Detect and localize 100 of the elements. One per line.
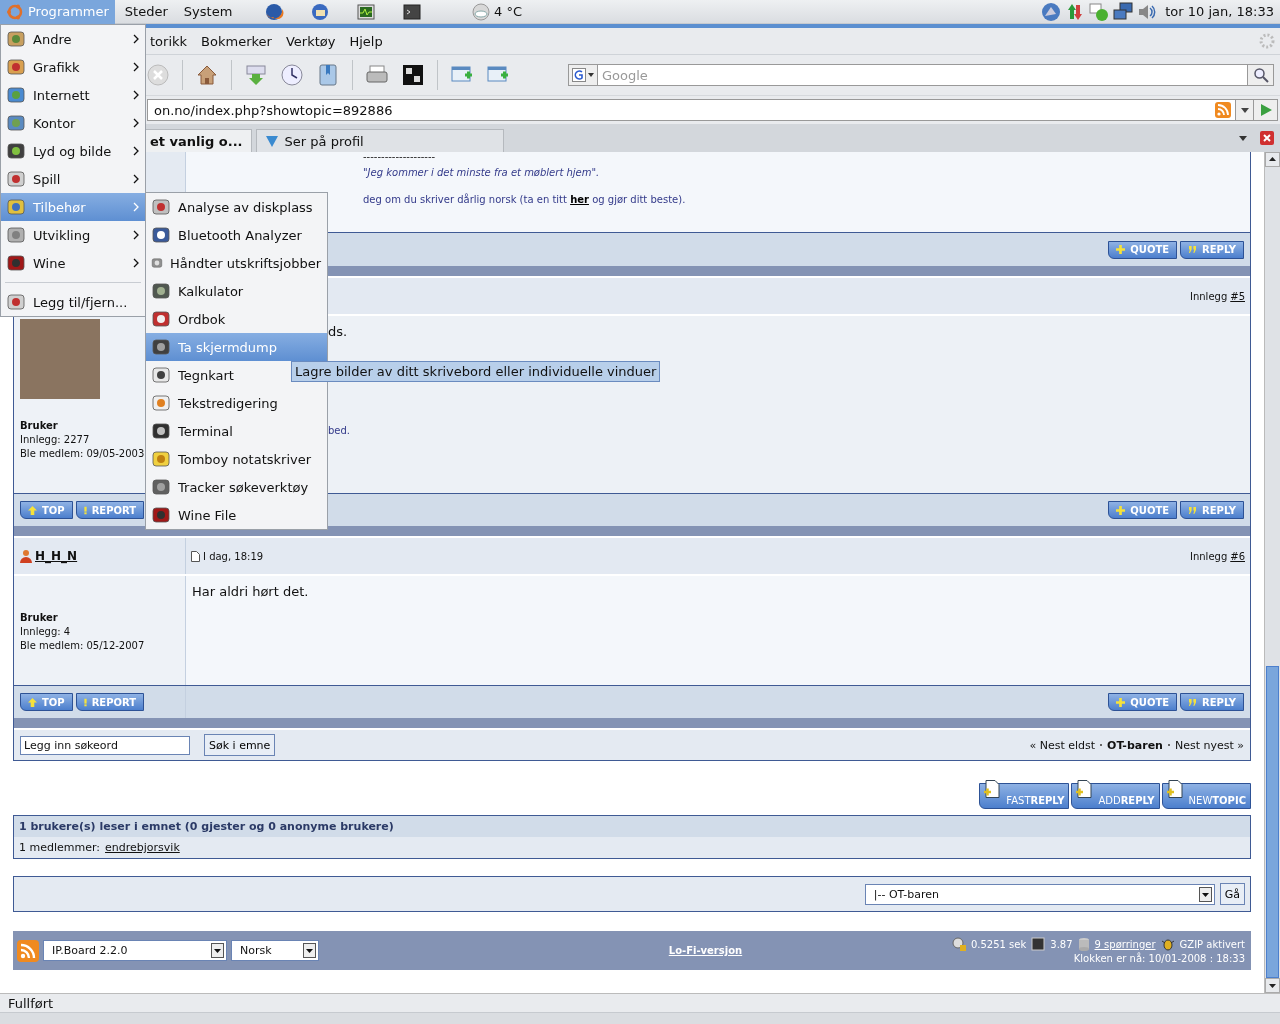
server-clock: Klokken er nå: 10/01-2008 : 18:33 bbox=[1073, 953, 1245, 964]
skin-select[interactable]: IP.Board 2.2.0 bbox=[43, 940, 227, 961]
menu-item[interactable]: Ordbok bbox=[146, 305, 327, 333]
clock-text[interactable]: tor 10 jan, 18:33 bbox=[1165, 4, 1274, 19]
post-count: Innlegg: 2277 bbox=[20, 433, 90, 447]
search-field[interactable]: Google bbox=[598, 64, 1248, 86]
panel-menu[interactable]: System bbox=[177, 0, 239, 24]
link[interactable]: her bbox=[570, 194, 589, 205]
menu-item[interactable]: Lyd og bilde bbox=[1, 137, 145, 165]
caret-icon[interactable] bbox=[1239, 135, 1247, 141]
menu-item[interactable]: Kalkulator bbox=[146, 277, 327, 305]
chevron-icon bbox=[133, 90, 139, 100]
author-link[interactable]: H_H_N bbox=[35, 549, 78, 563]
search-topic-button[interactable]: Søk i emne bbox=[204, 734, 276, 756]
chevron-icon bbox=[133, 62, 139, 72]
menu-bar-item[interactable]: torikk bbox=[150, 33, 188, 49]
quote-icon bbox=[1188, 506, 1198, 514]
browser-icon[interactable] bbox=[264, 1, 285, 22]
menu-item[interactable]: Wine File bbox=[146, 501, 327, 529]
server-load: 3.87 bbox=[1050, 938, 1073, 950]
arrow-up-icon bbox=[28, 697, 37, 707]
document-icon bbox=[191, 550, 200, 562]
document-plus-icon bbox=[1166, 780, 1183, 798]
post-number-label: Innlegg bbox=[1190, 550, 1228, 562]
post-number-link[interactable]: #6 bbox=[1230, 550, 1245, 562]
post-number-link[interactable]: #5 bbox=[1230, 290, 1245, 302]
dot-separator-icon bbox=[1100, 744, 1103, 746]
close-icon[interactable] bbox=[1260, 131, 1274, 145]
next-topic-link[interactable]: Nest nyest » bbox=[1174, 738, 1244, 752]
scroll-thumb[interactable] bbox=[1266, 666, 1279, 978]
signature-line: -------------------- bbox=[363, 152, 437, 162]
home-icon[interactable] bbox=[195, 63, 219, 87]
system-monitor-icon[interactable] bbox=[356, 1, 377, 22]
status-text: Fullført bbox=[8, 995, 54, 1011]
menu-item[interactable]: Spill bbox=[1, 165, 145, 193]
mail-icon[interactable] bbox=[310, 1, 331, 22]
post-count: Innlegg: 4 bbox=[20, 625, 71, 639]
menu-bar-item[interactable]: Verktøy bbox=[285, 33, 336, 49]
post-link[interactable]: bed. bbox=[328, 425, 351, 436]
arrow-up-icon bbox=[28, 505, 37, 515]
menu-item[interactable]: Kontor bbox=[1, 109, 145, 137]
search-engine-icon[interactable] bbox=[572, 68, 586, 82]
menu-item[interactable]: Tracker søkeverktøy bbox=[146, 473, 327, 501]
menu-item[interactable]: Utvikling bbox=[1, 221, 145, 249]
join-date: Ble medlem: 05/12-2007 bbox=[20, 639, 145, 653]
chevron-icon bbox=[133, 202, 139, 212]
menu-item[interactable]: Grafikk bbox=[1, 53, 145, 81]
post-text: ds. bbox=[328, 324, 348, 339]
scroll-down-button[interactable] bbox=[1265, 978, 1280, 993]
clock-icon[interactable] bbox=[280, 63, 304, 87]
plus-icon bbox=[1116, 505, 1126, 515]
post-number-label: Innlegg bbox=[1190, 290, 1228, 302]
dot-separator-icon bbox=[1167, 744, 1170, 746]
caret-icon[interactable] bbox=[588, 73, 594, 77]
tab[interactable]: Ser på profil bbox=[255, 129, 504, 152]
funnel-icon bbox=[264, 134, 279, 148]
chevron-icon bbox=[133, 230, 139, 240]
menu-item[interactable]: Internett bbox=[1, 81, 145, 109]
menu-item[interactable]: Bluetooth Analyzer bbox=[146, 221, 327, 249]
menu-item[interactable]: Wine bbox=[1, 249, 145, 277]
document-plus-icon bbox=[1076, 780, 1093, 798]
play-icon[interactable] bbox=[1258, 103, 1273, 117]
tab[interactable]: et vanlig o... bbox=[143, 129, 252, 152]
go-button[interactable]: Gå bbox=[1219, 883, 1245, 905]
scroll-up-button[interactable] bbox=[1265, 152, 1280, 167]
rss-icon[interactable] bbox=[17, 939, 39, 962]
panel-menu[interactable]: Steder bbox=[118, 0, 174, 24]
menu-bar-item[interactable]: Hjelp bbox=[349, 33, 383, 49]
post-text: Har aldri hørt det. bbox=[192, 584, 309, 599]
menu-item[interactable]: Håndter utskriftsjobber bbox=[146, 249, 327, 277]
forum-link[interactable]: OT-baren bbox=[1107, 738, 1163, 752]
menu-item[interactable]: Legg til/fjern... bbox=[1, 288, 145, 316]
exclamation-icon bbox=[83, 505, 87, 515]
plus-icon bbox=[1116, 697, 1126, 707]
join-date: Ble medlem: 09/05-2003 bbox=[20, 447, 145, 461]
menu-bar-item[interactable]: Bokmerker bbox=[201, 33, 272, 49]
active-users-title: 1 brukere(s) leser i emnet (0 gjester og 0 anonyme brukere) bbox=[14, 816, 1250, 837]
menu-item[interactable]: Terminal bbox=[146, 417, 327, 445]
caret-icon[interactable] bbox=[211, 943, 224, 958]
caret-icon[interactable] bbox=[1198, 886, 1212, 902]
language-select[interactable]: Norsk bbox=[231, 940, 319, 961]
window-grid-icon[interactable] bbox=[401, 63, 425, 87]
member-link[interactable]: endrebjorsvik bbox=[105, 841, 180, 854]
menu-item[interactable]: Analyse av diskplass bbox=[146, 193, 327, 221]
caret-icon[interactable] bbox=[303, 943, 316, 958]
search-field[interactable]: Legg inn søkeord bbox=[20, 735, 190, 755]
user-role: Bruker bbox=[20, 419, 58, 433]
menu-item[interactable]: Tomboy notatskriver bbox=[146, 445, 327, 473]
menu-item[interactable]: Andre bbox=[1, 25, 145, 53]
address-field[interactable]: on.no/index.php?showtopic=892886 bbox=[147, 99, 1236, 121]
search-icon[interactable] bbox=[1252, 67, 1269, 83]
bookmark-icon[interactable] bbox=[316, 63, 340, 87]
caret-icon[interactable] bbox=[1240, 107, 1249, 113]
menu-item[interactable]: Tekstredigering bbox=[146, 389, 327, 417]
bug-icon bbox=[1160, 937, 1175, 951]
network-icon[interactable] bbox=[1113, 1, 1134, 22]
post-date: I dag, 18:19 bbox=[203, 550, 264, 562]
quote-icon bbox=[1188, 246, 1198, 253]
previous-topic-link[interactable]: « Nest eldst bbox=[1029, 738, 1096, 752]
forum-select[interactable]: |-- OT-baren bbox=[864, 883, 1215, 905]
